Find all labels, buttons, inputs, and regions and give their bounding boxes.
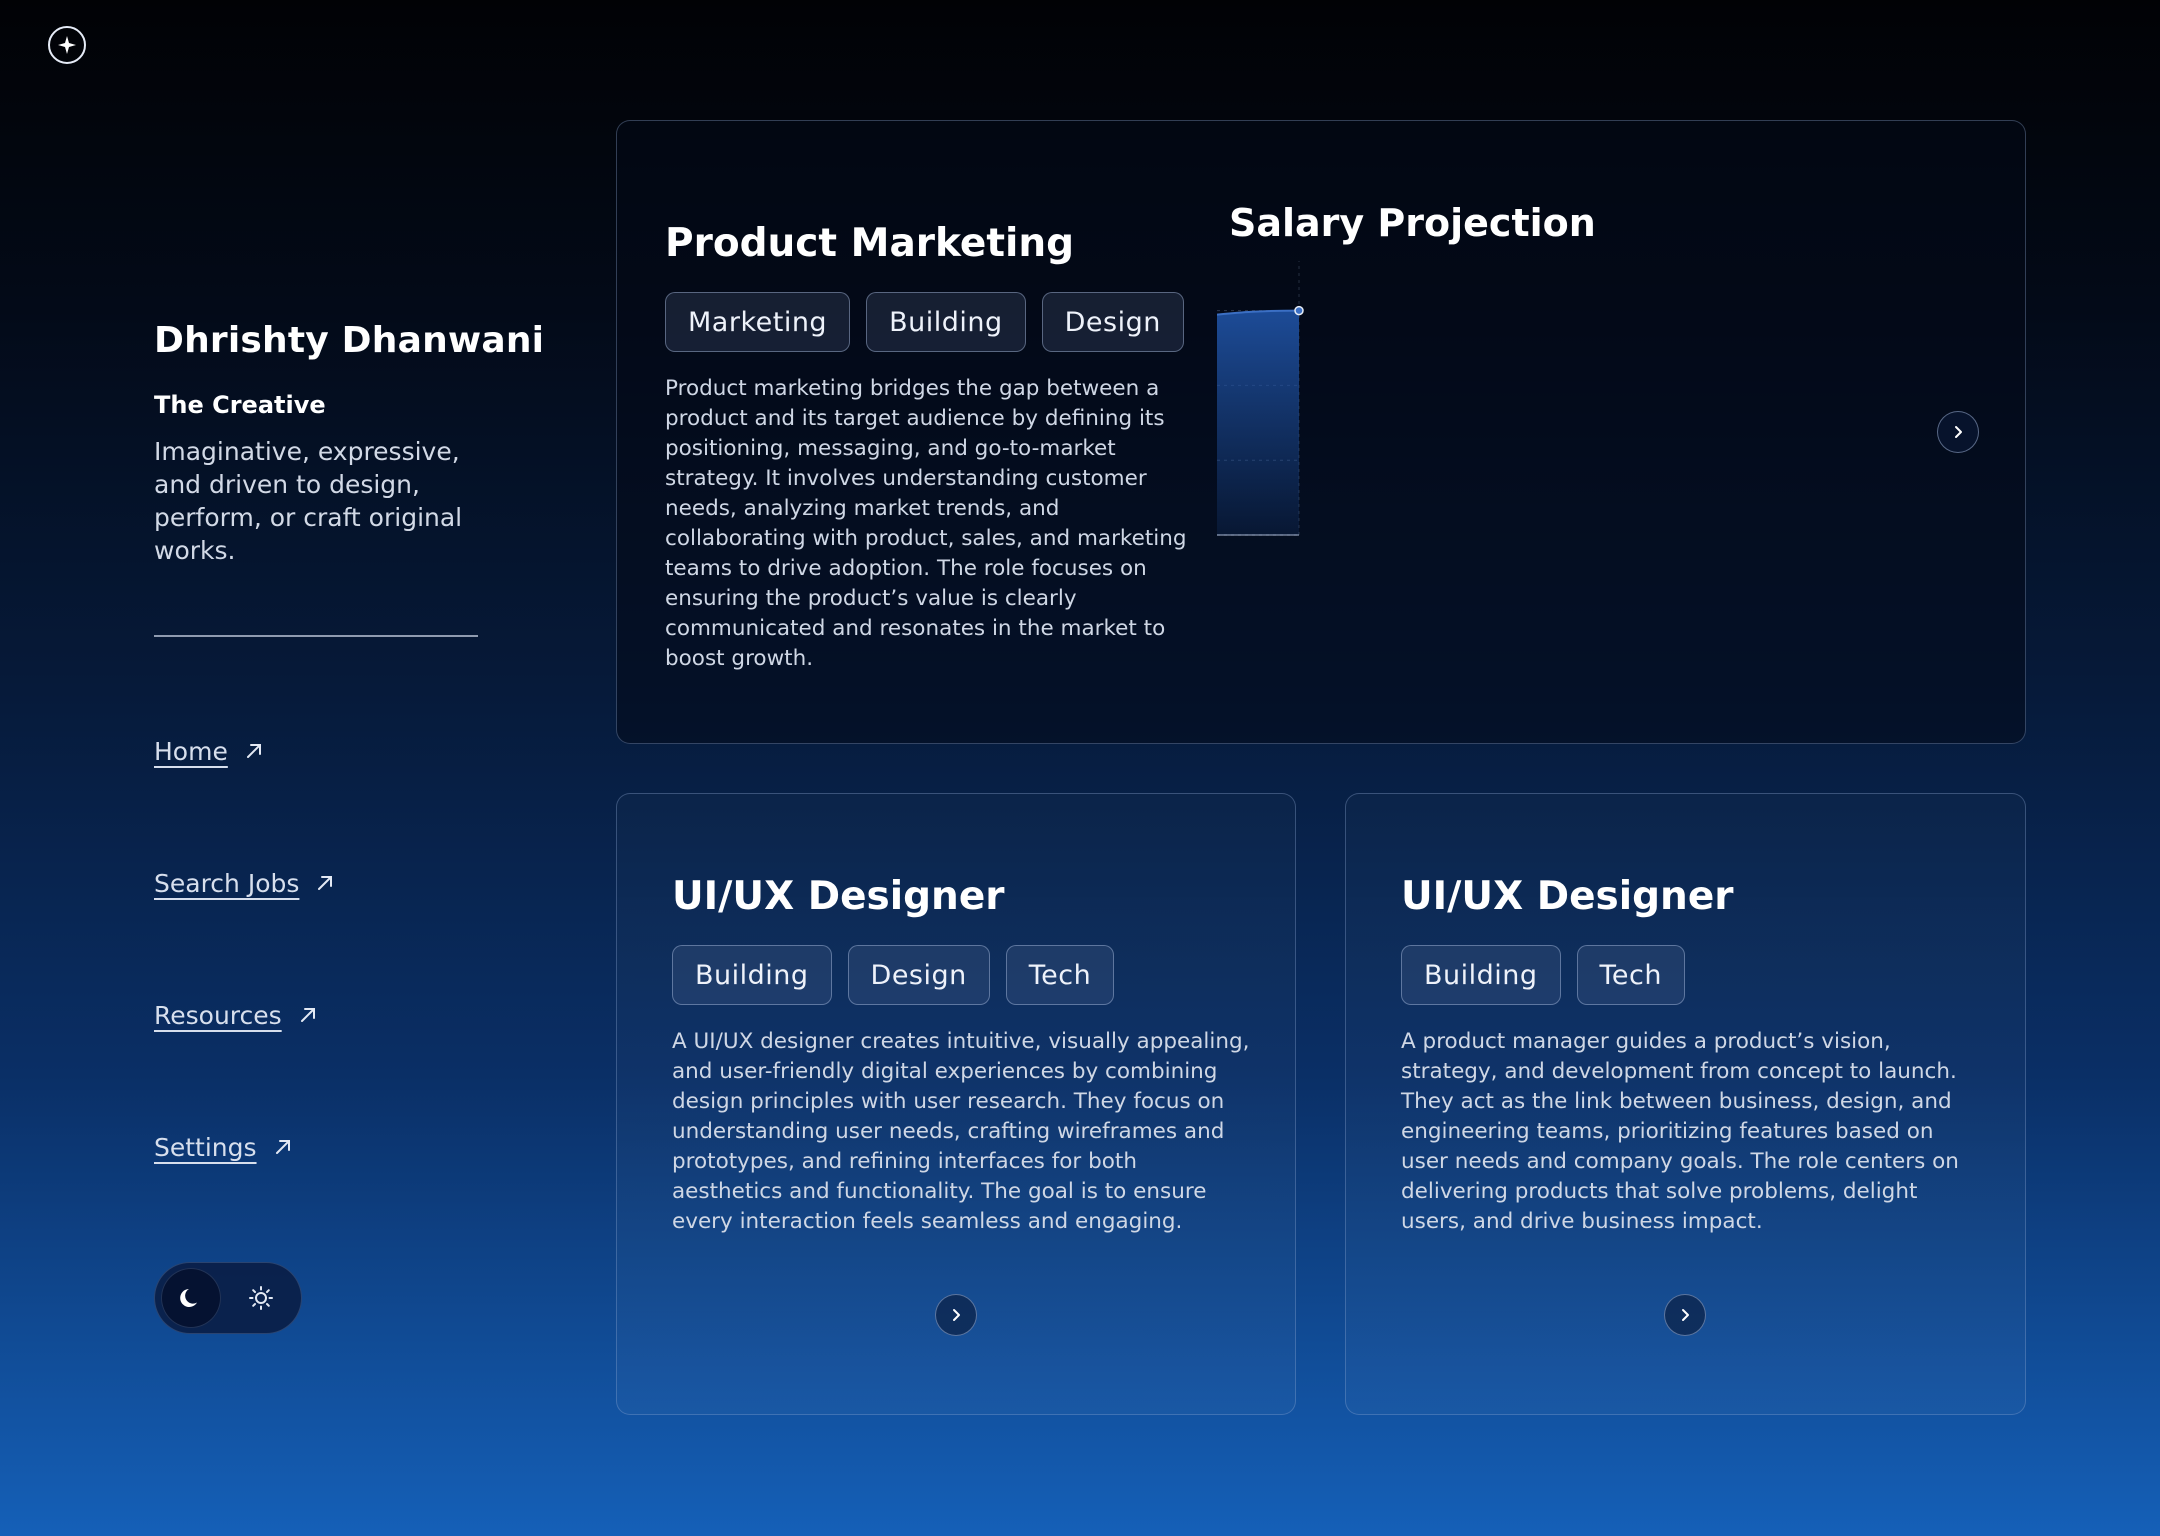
profile-role: The Creative	[154, 391, 326, 419]
job-card[interactable]: UI/UX Designer Building Design Tech A UI…	[616, 793, 1296, 1415]
chart-next-button[interactable]	[1937, 411, 1979, 453]
profile-description: Imaginative, expressive, and driven to d…	[154, 437, 463, 565]
salary-projection-chart: 02040608010020252035	[1217, 261, 1304, 536]
job-title: Product Marketing	[665, 221, 1075, 266]
arrow-up-right-icon	[275, 1140, 290, 1154]
app-logo[interactable]	[48, 26, 86, 64]
nav-item-search-jobs[interactable]: Search Jobs	[154, 867, 335, 899]
tag[interactable]: Tech	[1005, 945, 1115, 1005]
nav-item-settings[interactable]: Settings	[154, 1131, 335, 1163]
tag[interactable]: Building	[672, 945, 832, 1005]
chevron-right-icon	[953, 1309, 960, 1321]
arrow-up-right-icon	[300, 1008, 315, 1022]
card-next-button[interactable]	[935, 1294, 977, 1336]
tag[interactable]: Design	[1041, 292, 1184, 352]
job-description: A UI/UX designer creates intuitive, visu…	[672, 1029, 1250, 1234]
tag[interactable]: Design	[847, 945, 990, 1005]
nav-item-label[interactable]: Home	[154, 737, 228, 766]
theme-toggle[interactable]	[154, 1262, 302, 1334]
tag-list: Marketing Building Design	[665, 292, 1205, 352]
tag-list: Building Design Tech	[672, 945, 1252, 1005]
job-title: UI/UX Designer	[1401, 874, 1734, 919]
sidebar-divider	[154, 635, 478, 637]
moon-icon	[180, 1289, 197, 1307]
featured-job-details: Product Marketing Marketing Building Des…	[665, 221, 1205, 674]
tag[interactable]: Tech	[1576, 945, 1686, 1005]
job-description: A product manager guides a product’s vis…	[1401, 1029, 1959, 1234]
profile-panel: Dhrishty Dhanwani The Creative Imaginati…	[154, 320, 554, 567]
tag[interactable]: Building	[866, 292, 1026, 352]
dark-mode-option[interactable]	[161, 1268, 221, 1328]
job-details: UI/UX Designer Building Tech A product m…	[1401, 874, 1981, 1237]
nav-item-label[interactable]: Settings	[154, 1133, 257, 1162]
sparkle-icon	[58, 36, 76, 54]
profile-name: Dhrishty Dhanwani	[154, 320, 545, 361]
nav-item-label[interactable]: Resources	[154, 1001, 282, 1030]
job-title: UI/UX Designer	[672, 874, 1005, 919]
sun-icon	[249, 1286, 273, 1310]
data-point	[1294, 305, 1304, 316]
job-card[interactable]: UI/UX Designer Building Tech A product m…	[1345, 793, 2026, 1415]
job-details: UI/UX Designer Building Design Tech A UI…	[672, 874, 1252, 1237]
chevron-right-icon	[1955, 426, 1962, 438]
series-area	[1217, 310, 1299, 535]
job-description: Product marketing bridges the gap betwee…	[665, 376, 1187, 671]
tag[interactable]: Building	[1401, 945, 1561, 1005]
arrow-up-right-icon	[246, 744, 261, 758]
arrow-up-right-icon	[318, 876, 333, 890]
chevron-right-icon	[1682, 1309, 1689, 1321]
light-mode-option[interactable]	[231, 1268, 291, 1328]
nav-item-resources[interactable]: Resources	[154, 999, 335, 1031]
chart-title: Salary Projection	[1229, 201, 1596, 245]
sidebar-nav: Home Search Jobs Resources Settings	[154, 735, 335, 1263]
featured-job-card[interactable]: Product Marketing Marketing Building Des…	[616, 120, 2026, 744]
nav-item-home[interactable]: Home	[154, 735, 335, 767]
nav-item-label[interactable]: Search Jobs	[154, 869, 299, 898]
card-next-button[interactable]	[1664, 1294, 1706, 1336]
tag-list: Building Tech	[1401, 945, 1981, 1005]
tag[interactable]: Marketing	[665, 292, 851, 352]
